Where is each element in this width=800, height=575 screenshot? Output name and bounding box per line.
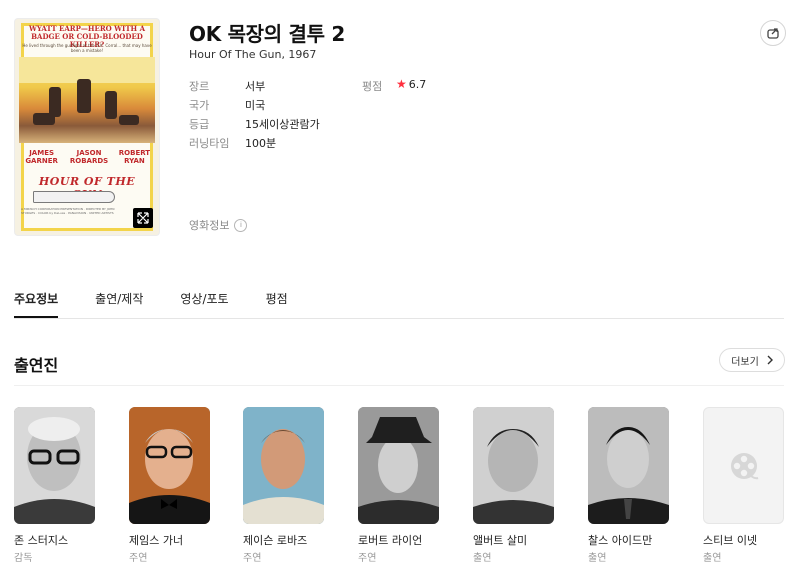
poster-credit-name: ROBERT RYAN: [118, 149, 151, 165]
cast-role: 출연: [703, 553, 722, 564]
info-icon: i: [234, 218, 248, 232]
poster-credit-name: JASON ROBARDS: [69, 149, 109, 165]
cast-role: 주연: [129, 553, 148, 564]
cast-photo: [588, 407, 669, 524]
tabs-divider: [14, 318, 784, 319]
movie-poster[interactable]: WYATT EARP—HERO WITH A BADGE OR COLD-BLO…: [14, 18, 160, 236]
movie-subtitle: Hour Of The Gun, 1967: [189, 48, 317, 61]
poster-tagline-secondary: He lived through the gunfight at the O.K…: [22, 43, 152, 53]
cast-name: 로버트 라이언: [358, 534, 423, 547]
cast-photo: [14, 407, 95, 524]
tab-cast-crew[interactable]: 출연/제작: [95, 290, 143, 318]
country-label: 국가: [189, 99, 210, 112]
runtime-value: 100분: [245, 137, 277, 150]
cast-card[interactable]: 제이슨 로바즈 주연: [243, 407, 324, 564]
tab-main-info[interactable]: 주요정보: [14, 290, 59, 318]
section-divider: [14, 385, 784, 386]
expand-poster-button[interactable]: [133, 208, 153, 228]
age-rating-value: 15세이상관람가: [245, 118, 320, 131]
rating-score: ★ 6.7: [396, 77, 426, 91]
movie-info-link[interactable]: 영화정보 i: [189, 217, 248, 233]
cast-card[interactable]: 찰스 아이드만 출연: [588, 407, 669, 564]
cast-name: 스티브 이넷: [703, 534, 758, 547]
cast-role: 주연: [358, 553, 377, 564]
cast-name: 존 스터지스: [14, 534, 69, 547]
cast-name: 앨버트 살미: [473, 534, 528, 547]
cast-photo: [243, 407, 324, 524]
star-icon: ★: [396, 77, 407, 91]
cast-photo-placeholder: [703, 407, 784, 524]
cast-role: 출연: [588, 553, 607, 564]
tab-ratings[interactable]: 평점: [266, 290, 288, 318]
cast-name: 제이슨 로바즈: [243, 534, 308, 547]
genre-label: 장르: [189, 80, 210, 93]
cast-name: 제임스 가너: [129, 534, 184, 547]
cast-name: 찰스 아이드만: [588, 534, 653, 547]
cast-photo: [473, 407, 554, 524]
poster-gun-graphic: [33, 191, 115, 203]
cast-photo: [129, 407, 210, 524]
share-icon: [767, 28, 779, 39]
rating-label: 평점: [362, 80, 383, 93]
cast-role: 주연: [243, 553, 262, 564]
share-button[interactable]: [760, 20, 786, 46]
cast-card[interactable]: 존 스터지스 감독: [14, 407, 95, 564]
content-tabs: 주요정보 출연/제작 영상/포토 평점: [14, 290, 325, 318]
genre-value: 서부: [245, 80, 266, 93]
cast-card[interactable]: 스티브 이넷 출연: [703, 407, 784, 564]
rating-value: 6.7: [408, 77, 427, 91]
movie-title: OK 목장의 결투 2: [189, 22, 346, 46]
cast-card[interactable]: 제임스 가너 주연: [129, 407, 210, 564]
poster-fine-print: A MIRISCH CORPORATION PRESENTATION · DIR…: [21, 207, 115, 215]
film-reel-icon: [730, 452, 758, 479]
cast-role: 감독: [14, 553, 33, 564]
cast-photo: [358, 407, 439, 524]
cast-section-title: 출연진: [14, 356, 59, 375]
cast-role: 출연: [473, 553, 492, 564]
runtime-label: 러닝타임: [189, 137, 230, 150]
poster-artwork: [19, 57, 155, 143]
movie-info-label: 영화정보: [189, 219, 230, 232]
poster-credit-name: JAMES GARNER: [25, 149, 58, 165]
chevron-right-icon: [767, 355, 773, 365]
more-label: 더보기: [731, 356, 759, 368]
cast-card[interactable]: 앨버트 살미 출연: [473, 407, 554, 564]
age-rating-label: 등급: [189, 118, 210, 131]
expand-icon: [137, 212, 149, 224]
country-value: 미국: [245, 99, 266, 112]
more-button[interactable]: 더보기: [719, 348, 785, 372]
cast-card[interactable]: 로버트 라이언 주연: [358, 407, 439, 564]
tab-video-photo[interactable]: 영상/포토: [180, 290, 228, 318]
